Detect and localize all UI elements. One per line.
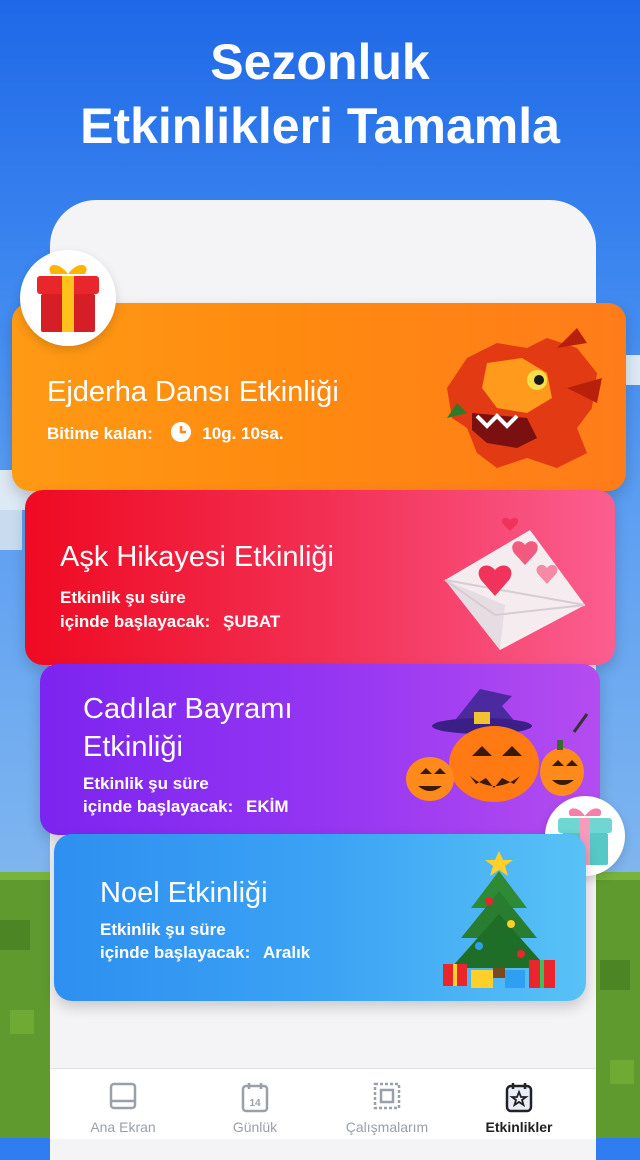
event-title-line-2: Etkinliği [83, 731, 183, 763]
tab-my-works-label: Çalışmalarım [345, 1119, 429, 1135]
start-value: EKİM [246, 797, 289, 816]
remaining-value: 10g. 10sa. [202, 424, 284, 443]
event-start: içinde başlayacak: ŞUBAT [60, 610, 280, 634]
headline-line-2: Etkinlikleri Tamamla [80, 98, 560, 154]
event-card-halloween[interactable]: Cadılar Bayramı Etkinliği Etkinlik şu sü… [40, 664, 600, 835]
calendar-day: 14 [249, 1098, 261, 1109]
event-start: içinde başlayacak: EKİM [83, 795, 289, 819]
event-sub-line-1: Etkinlik şu süre [83, 774, 209, 793]
grass-pixel [10, 1010, 34, 1034]
tab-events-label: Etkinlikler [485, 1119, 553, 1135]
event-title: Aşk Hikayesi Etkinliği [60, 541, 334, 573]
dragon-head-icon [447, 328, 602, 468]
christmas-tree-icon [443, 851, 555, 988]
start-prefix: içinde başlayacak: [60, 612, 211, 631]
grass-pixel [0, 920, 30, 950]
remaining-label: Bitime kalan: [47, 424, 153, 443]
bottom-tab-bar: Ana Ekran 14 Günlük Çalışmalarım Etkinli… [50, 1068, 596, 1139]
grass-pixel [610, 1060, 634, 1084]
tab-my-works[interactable]: Çalışmalarım [332, 1069, 442, 1139]
event-title-line-1: Cadılar Bayramı [83, 693, 293, 725]
grass-pixel [600, 960, 630, 990]
red-gift-icon [37, 264, 99, 332]
gift-badge [20, 250, 116, 346]
pumpkins-witch-hat-icon [406, 689, 589, 802]
cloud-left-shade [0, 510, 22, 550]
event-card-christmas[interactable]: Noel Etkinliği Etkinlik şu süre içinde b… [54, 834, 586, 1001]
frame-icon [373, 1082, 401, 1110]
event-remaining: Bitime kalan: 10g. 10sa. [47, 421, 284, 450]
tab-home[interactable]: Ana Ekran [68, 1069, 178, 1139]
event-sub-line-1: Etkinlik şu süre [60, 588, 186, 607]
event-title: Ejderha Dansı Etkinliği [47, 376, 339, 408]
tab-daily[interactable]: 14 Günlük [200, 1069, 310, 1139]
calendar-icon: 14 [241, 1083, 269, 1113]
start-prefix: içinde başlayacak: [100, 943, 251, 962]
home-icon [109, 1082, 137, 1110]
start-prefix: içinde başlayacak: [83, 797, 234, 816]
event-star-icon [505, 1083, 533, 1113]
tab-daily-label: Günlük [232, 1119, 278, 1135]
event-card-love[interactable]: Aşk Hikayesi Etkinliği Etkinlik şu süre … [25, 490, 615, 665]
event-card-dragon[interactable]: Ejderha Dansı Etkinliği Bitime kalan: 10… [12, 303, 626, 491]
love-letter-icon [444, 517, 586, 650]
start-value: Aralık [263, 943, 311, 962]
tab-events[interactable]: Etkinlikler [464, 1069, 574, 1139]
tab-home-label: Ana Ekran [90, 1119, 156, 1135]
headline-line-1: Sezonluk [210, 34, 430, 90]
event-start: içinde başlayacak: Aralık [100, 941, 310, 965]
start-value: ŞUBAT [223, 612, 281, 631]
clock-icon [170, 421, 192, 450]
event-title: Noel Etkinliği [100, 877, 268, 909]
event-sub-line-1: Etkinlik şu süre [100, 920, 226, 939]
page-headline: Sezonluk Etkinlikleri Tamamla [0, 30, 640, 158]
